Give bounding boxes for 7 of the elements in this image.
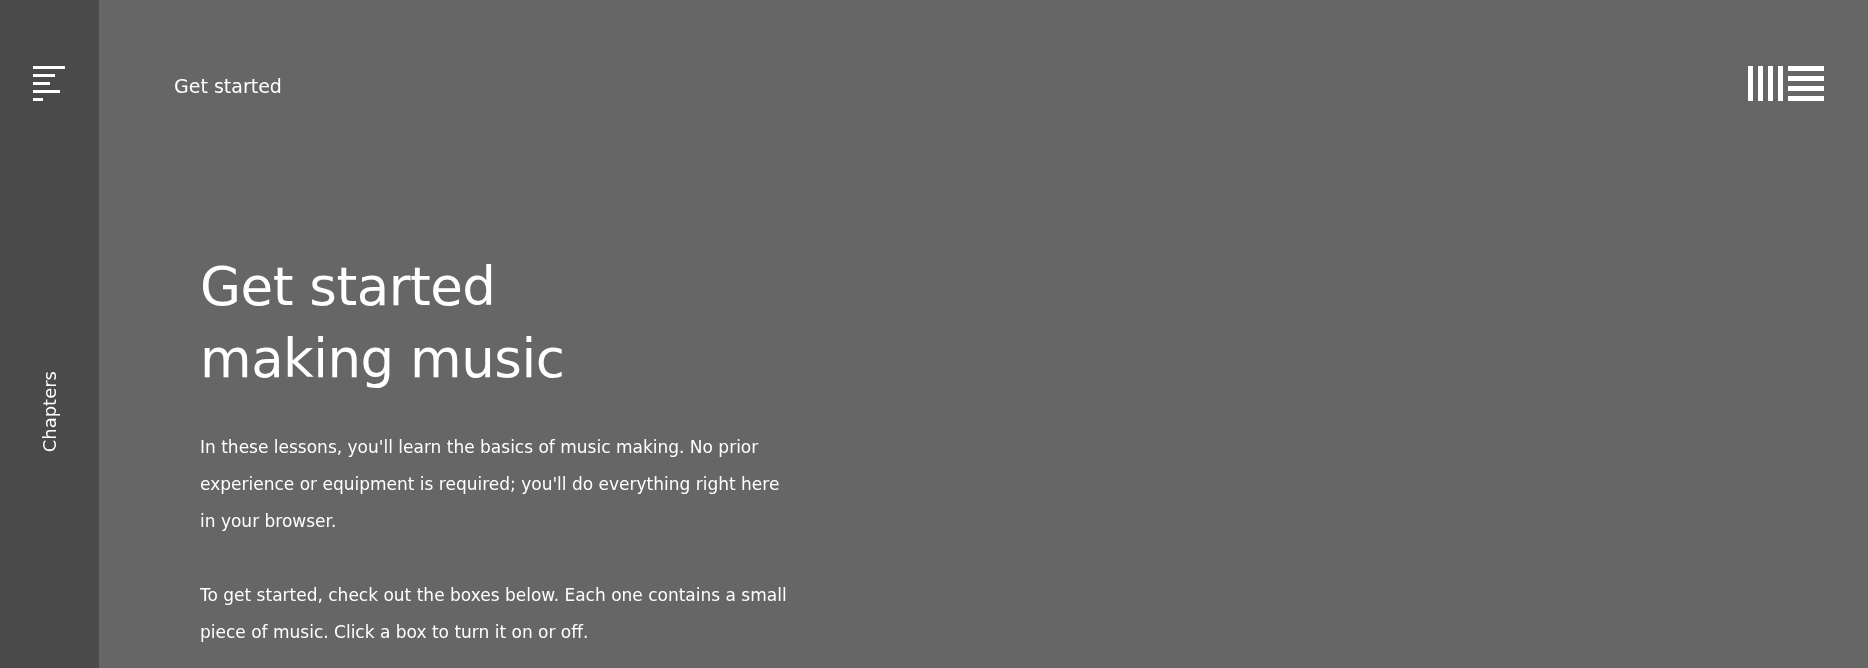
logo-icon[interactable] bbox=[1748, 66, 1824, 101]
chapters-tab[interactable]: Chapters bbox=[36, 371, 63, 453]
page-title: Get started bbox=[174, 74, 282, 99]
menu-button[interactable] bbox=[32, 66, 67, 101]
intro-paragraph: In these lessons, you'll learn the basics of music making. No prior experience or equipment is required; you'll do everything right here in your browser. bbox=[200, 436, 781, 533]
intro-paragraph: To get started, check out the boxes below. Each one contains a small piece of music. Click a box to turn it on or off. bbox=[200, 584, 788, 644]
hero-heading: Get started making music bbox=[200, 255, 566, 391]
